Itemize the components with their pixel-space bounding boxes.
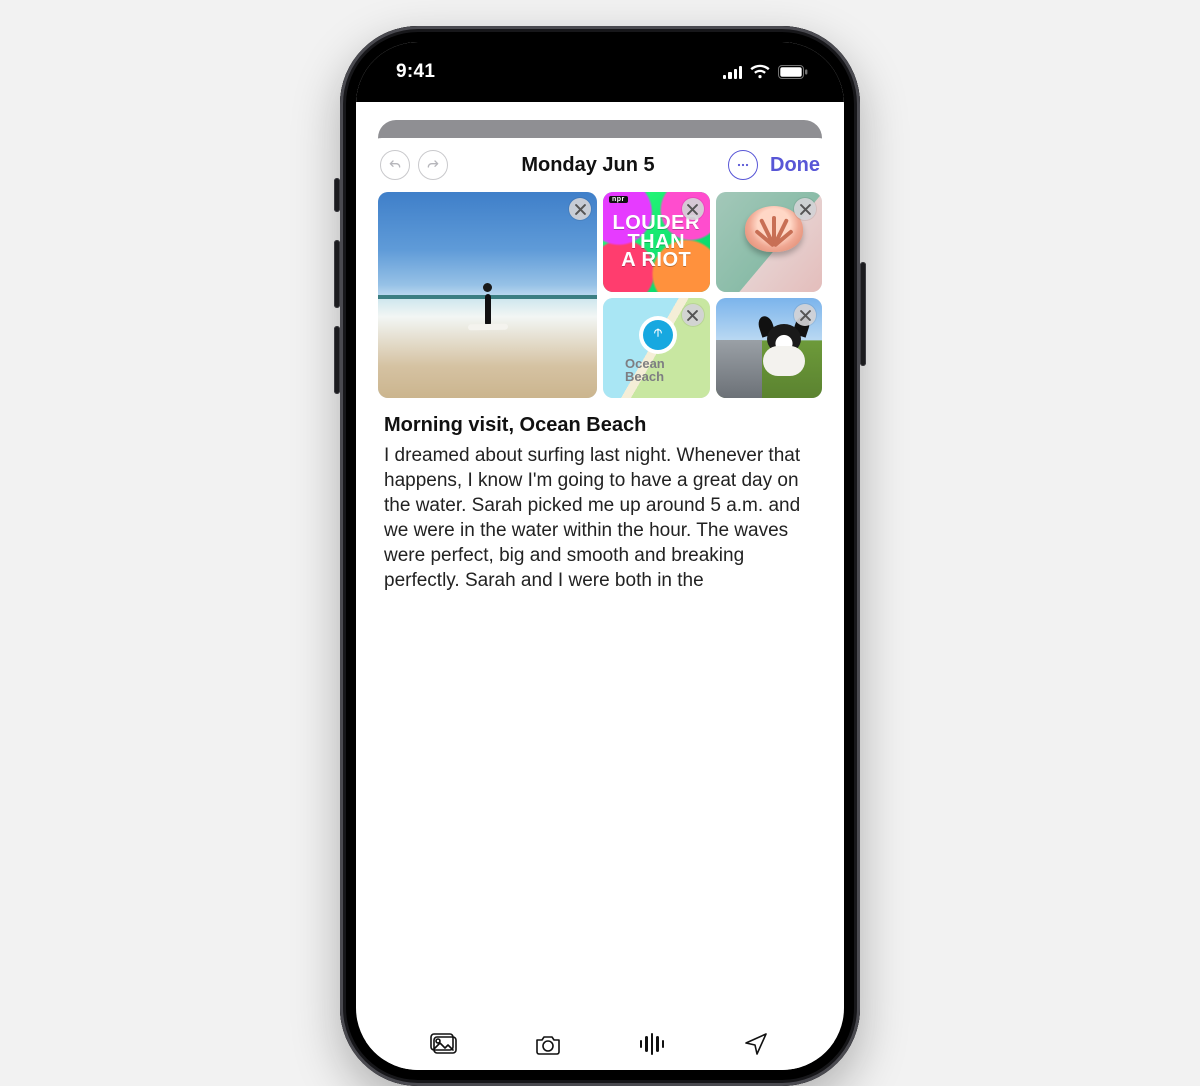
entry-toolbar bbox=[366, 1016, 834, 1070]
entry-text-area[interactable]: Morning visit, Ocean Beach I dreamed abo… bbox=[366, 408, 834, 1016]
attachments-grid: npr LOUDER THAN A RIOT bbox=[366, 188, 834, 408]
entry-title: Morning visit, Ocean Beach bbox=[384, 414, 816, 437]
attachment-photo-dog-car[interactable] bbox=[716, 298, 823, 398]
remove-attachment-button[interactable] bbox=[794, 304, 816, 326]
podcast-publisher-badge: npr bbox=[609, 196, 628, 203]
insert-photo-button[interactable] bbox=[426, 1029, 462, 1059]
podcast-title: LOUDER THAN A RIOT bbox=[613, 214, 700, 269]
remove-attachment-button[interactable] bbox=[682, 198, 704, 220]
attachment-photo-seashell[interactable] bbox=[716, 192, 823, 292]
dynamic-island bbox=[530, 54, 670, 92]
map-location-label: Ocean Beach bbox=[625, 357, 665, 384]
wifi-icon bbox=[750, 64, 770, 80]
journal-entry-sheet: Monday Jun 5 Done bbox=[366, 138, 834, 1070]
undo-button[interactable] bbox=[380, 150, 410, 180]
battery-icon bbox=[778, 65, 808, 79]
redo-button[interactable] bbox=[418, 150, 448, 180]
take-photo-button[interactable] bbox=[530, 1029, 566, 1059]
entry-body: I dreamed about surfing last night. When… bbox=[384, 443, 816, 593]
volume-up-button bbox=[334, 240, 340, 308]
entry-date: Monday Jun 5 bbox=[456, 154, 720, 177]
remove-attachment-button[interactable] bbox=[569, 198, 591, 220]
mute-switch bbox=[334, 178, 340, 212]
screen: 9:41 bbox=[356, 42, 844, 1070]
done-button[interactable]: Done bbox=[766, 154, 820, 177]
attachment-location-ocean-beach[interactable]: Ocean Beach bbox=[603, 298, 710, 398]
add-location-button[interactable] bbox=[738, 1029, 774, 1059]
remove-attachment-button[interactable] bbox=[682, 304, 704, 326]
remove-attachment-button[interactable] bbox=[794, 198, 816, 220]
audio-waveform-icon bbox=[640, 1032, 664, 1056]
more-options-button[interactable] bbox=[728, 150, 758, 180]
text-fade-overlay bbox=[366, 982, 834, 1016]
attachment-podcast-louder-than-a-riot[interactable]: npr LOUDER THAN A RIOT bbox=[603, 192, 710, 292]
power-button bbox=[860, 262, 866, 366]
cellular-signal-icon bbox=[723, 65, 742, 79]
iphone-device-frame: 9:41 bbox=[340, 26, 860, 1086]
record-audio-button[interactable] bbox=[634, 1029, 670, 1059]
attachment-photo-surfing[interactable] bbox=[378, 192, 597, 398]
volume-down-button bbox=[334, 326, 340, 394]
status-time: 9:41 bbox=[396, 61, 435, 83]
sheet-header: Monday Jun 5 Done bbox=[366, 138, 834, 188]
